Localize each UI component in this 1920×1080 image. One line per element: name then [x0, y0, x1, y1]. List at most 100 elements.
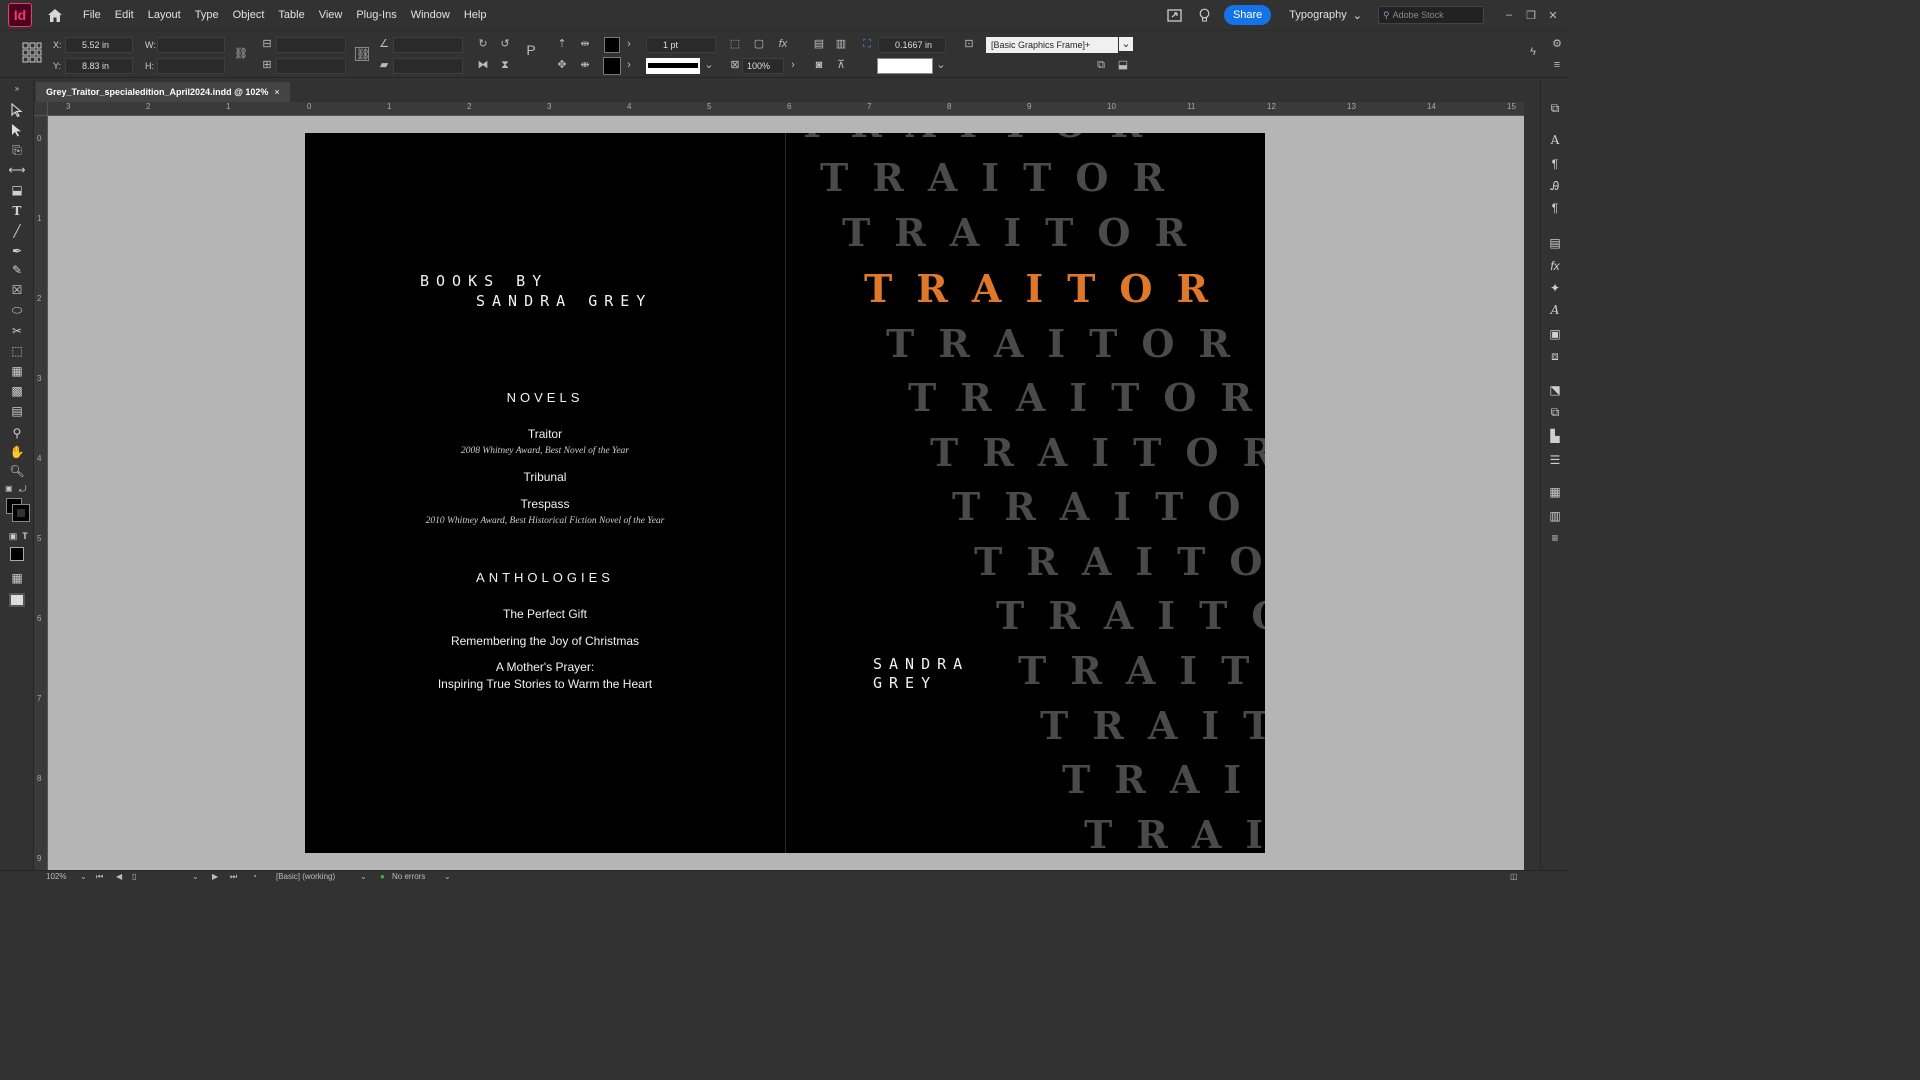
anthology-title[interactable]: A Mother's Prayer: [305, 660, 785, 674]
gradient-panel-icon[interactable]: ▥ [1547, 508, 1563, 524]
menu-view[interactable]: View [312, 9, 350, 21]
novels-heading[interactable]: NOVELS [305, 390, 785, 405]
links-panel-icon[interactable]: ▣ [1547, 326, 1563, 342]
gradient-feather-tool-icon[interactable]: ▩ [9, 383, 25, 399]
publish-online-icon[interactable] [1166, 6, 1184, 24]
document-tab[interactable]: Grey_Traitor_specialedition_April2024.in… [36, 82, 290, 102]
anthology-title[interactable]: The Perfect Gift [305, 607, 785, 621]
menu-plugins[interactable]: Plug-Ins [349, 9, 403, 21]
free-transform-tool-icon[interactable]: ⬚ [9, 343, 25, 359]
default-fill-stroke-icon[interactable]: ▣ [5, 484, 15, 494]
eyedropper-tool-icon[interactable]: ⚲ [9, 425, 25, 441]
page-number-field[interactable]: ▯ [132, 872, 136, 881]
select-container-icon[interactable]: ⇡ [555, 37, 569, 51]
flip-horizontal-icon[interactable]: ⧓ [476, 58, 490, 72]
menu-type[interactable]: Type [188, 9, 226, 21]
preflight-profile[interactable]: [Basic] (working) [276, 872, 335, 881]
zoom-level[interactable]: 102% [46, 872, 66, 881]
rotate-ccw-icon[interactable]: ↺ [498, 37, 512, 51]
line-tool-icon[interactable]: ╱ [9, 223, 25, 239]
shear-angle-field[interactable] [393, 58, 463, 74]
anthology-title[interactable]: Remembering the Joy of Christmas [305, 634, 785, 648]
width-field[interactable] [157, 37, 225, 53]
share-button[interactable]: Share [1223, 5, 1272, 25]
stroke-weight-field[interactable]: 1 pt [646, 37, 716, 53]
menu-file[interactable]: File [76, 9, 108, 21]
text-wrap-bbox-icon[interactable]: ▥ [834, 37, 848, 51]
open-document-icon[interactable]: ◔ [252, 872, 257, 881]
stroke-swatch[interactable] [603, 57, 621, 75]
lightbulb-icon[interactable] [1196, 6, 1214, 24]
zoom-tool-icon[interactable]: 🔍︎ [9, 463, 25, 479]
glyphs-panel-icon[interactable]: A [1547, 302, 1563, 318]
panel-menu-icon[interactable]: ≡ [1550, 58, 1564, 72]
drop-shadow-icon[interactable]: ▢ [752, 37, 766, 51]
stroke-panel-icon[interactable]: ⬔ [1547, 382, 1563, 398]
settings-gear-icon[interactable]: ⚙ [1550, 37, 1564, 51]
align-panel-icon[interactable]: ▙ [1547, 428, 1563, 444]
stroke-type-selector[interactable] [646, 58, 700, 74]
gradient-swatch-tool-icon[interactable]: ▦ [9, 363, 25, 379]
next-page-icon[interactable]: ▶ [212, 872, 218, 881]
cc-libraries-icon[interactable]: ⧉ [1547, 100, 1563, 116]
anthology-subtitle[interactable]: Inspiring True Stories to Warm the Heart [305, 677, 785, 691]
layers-panel-icon[interactable]: ⧈ [1547, 348, 1563, 364]
novel-award[interactable]: 2010 Whitney Award, Best Historical Fict… [305, 516, 785, 526]
scale-y-field[interactable] [276, 58, 346, 74]
books-by-heading[interactable]: BOOKS BY SANDRA GREY [420, 271, 652, 311]
left-page[interactable]: BOOKS BY SANDRA GREY NOVELS Traitor 2008… [305, 133, 785, 853]
opacity-field[interactable]: 100% [742, 58, 784, 74]
split-view-icon[interactable]: ◫ [1510, 872, 1518, 881]
anthologies-heading[interactable]: ANTHOLOGIES [305, 570, 785, 585]
collapse-panel-icon[interactable]: » [9, 84, 25, 93]
document-canvas[interactable]: BOOKS BY SANDRA GREY NOVELS Traitor 2008… [48, 116, 1524, 870]
traitor-title-highlight[interactable]: TRAITOR [864, 266, 1232, 311]
swatches-panel-icon[interactable]: ✦ [1547, 280, 1563, 296]
previous-page-icon[interactable]: ◀ [116, 872, 122, 881]
novel-title[interactable]: Trespass [305, 497, 785, 511]
menu-panel-icon[interactable]: ≡ [1547, 530, 1563, 546]
scale-x-field[interactable] [276, 37, 346, 53]
home-icon[interactable] [46, 6, 64, 24]
quick-actions-lightning-icon[interactable]: ϟ [1526, 45, 1540, 59]
paragraph-panel-icon[interactable]: ¶ [1547, 156, 1563, 172]
page-tool-icon[interactable]: ⎘ [9, 142, 25, 158]
chevron-down-icon[interactable]: ⌄ [934, 58, 948, 72]
color-panel-icon[interactable]: ⧉ [1547, 404, 1563, 420]
pen-tool-icon[interactable]: ✒ [9, 243, 25, 259]
novel-title[interactable]: Traitor [305, 427, 785, 441]
text-wrap-shape-icon[interactable]: ◙ [812, 58, 826, 72]
rectangle-frame-tool-icon[interactable]: ☒ [9, 282, 25, 298]
novel-award[interactable]: 2008 Whitney Award, Best Novel of the Ye… [305, 446, 785, 456]
menu-table[interactable]: Table [271, 9, 311, 21]
menu-edit[interactable]: Edit [108, 9, 141, 21]
rotate-cw-icon[interactable]: ↻ [476, 37, 490, 51]
menu-object[interactable]: Object [226, 9, 272, 21]
corner-size-field[interactable]: 0.1667 in [878, 37, 946, 53]
pencil-tool-icon[interactable]: ✎ [9, 262, 25, 278]
reference-point-icon[interactable] [22, 41, 42, 65]
opacity-menu-icon[interactable]: › [786, 58, 800, 72]
apply-color-icon[interactable] [9, 546, 25, 562]
direct-selection-tool-icon[interactable] [9, 122, 25, 138]
fill-swatch[interactable] [604, 37, 620, 53]
ellipse-tool-icon[interactable]: ⬭ [9, 302, 25, 318]
fill-stroke-proxy[interactable] [6, 498, 30, 522]
close-window-icon[interactable]: ✕ [1542, 9, 1564, 22]
effects-fx-icon[interactable]: fx [776, 37, 790, 51]
formatting-text-icon[interactable]: T [17, 528, 33, 544]
chevron-down-icon[interactable]: ⌄ [444, 872, 451, 881]
y-position-field[interactable]: 8.83 in [65, 58, 133, 74]
properties-panel-icon[interactable]: ☰ [1547, 452, 1563, 468]
screen-mode-icon[interactable]: ▦ [9, 570, 25, 586]
constrain-scale-icon[interactable]: ⛓ [355, 47, 370, 61]
preflight-errors[interactable]: No errors [392, 872, 425, 881]
paragraph-styles-icon[interactable]: ¶ [1547, 200, 1563, 216]
character-styles-icon[interactable]: Ꭿ [1547, 178, 1563, 194]
novel-title[interactable]: Tribunal [305, 470, 785, 484]
menu-window[interactable]: Window [404, 9, 457, 21]
chevron-down-icon[interactable]: ⌄ [360, 872, 367, 881]
x-position-field[interactable]: 5.52 in [65, 37, 133, 53]
first-page-icon[interactable]: ⏮ [96, 872, 103, 882]
fill-menu-icon[interactable]: › [622, 37, 636, 51]
